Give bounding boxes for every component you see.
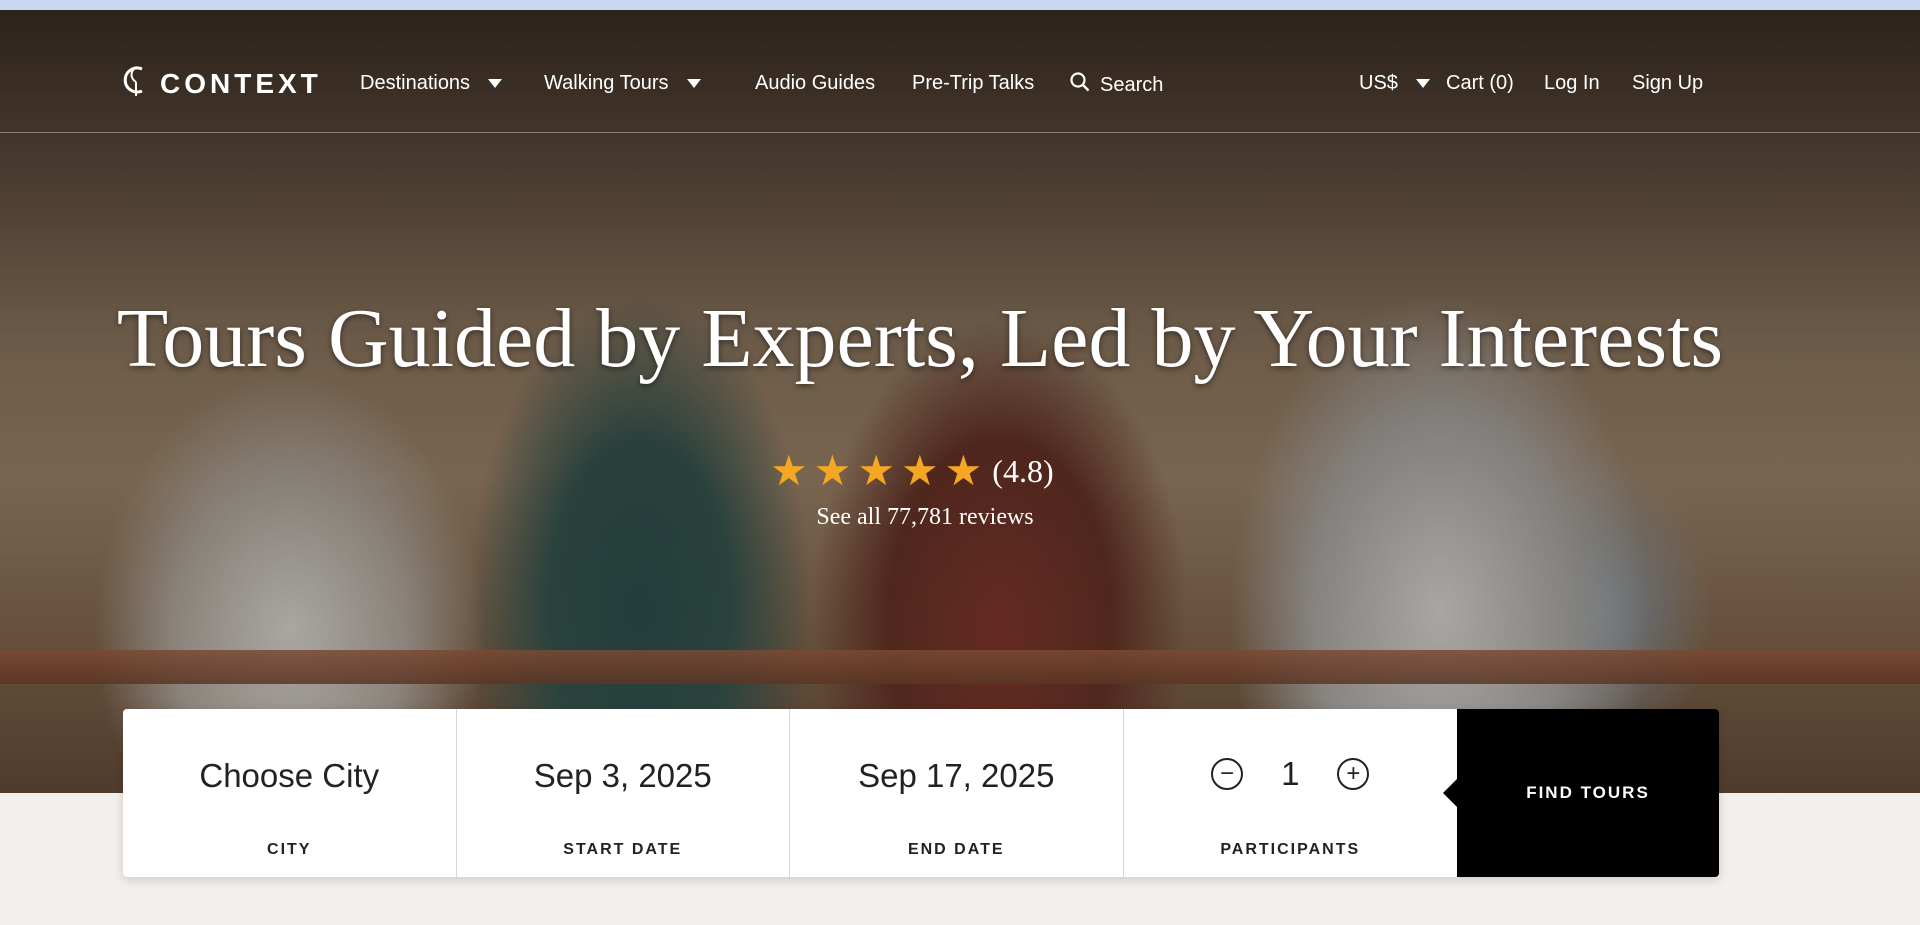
nav-search[interactable]: Search <box>1070 72 1163 98</box>
logo-icon <box>122 64 150 103</box>
cart-label: Cart (0) <box>1446 72 1514 94</box>
city-field[interactable]: Choose City CITY <box>123 709 457 877</box>
plus-icon[interactable]: + <box>1337 758 1370 790</box>
nav-audio-guides-label: Audio Guides <box>755 72 876 94</box>
nav-walking-tours[interactable]: Walking Tours <box>544 72 701 95</box>
participants-label: PARTICIPANTS <box>1220 841 1361 858</box>
nav-pre-trip-talks-label: Pre-Trip Talks <box>912 72 1035 94</box>
star-icon: ★ <box>813 447 852 494</box>
login-link[interactable]: Log In <box>1544 72 1600 95</box>
chevron-down-icon <box>686 79 701 88</box>
nav-audio-guides[interactable]: Audio Guides <box>755 72 875 95</box>
chevron-down-icon <box>1415 79 1430 88</box>
rating-summary: ★ ★ ★ ★ ★ (4.8) <box>770 450 1054 492</box>
minus-icon[interactable]: − <box>1211 758 1244 790</box>
currency-selector[interactable]: US$ <box>1359 72 1430 95</box>
star-icon: ★ <box>857 447 895 494</box>
start-date-field[interactable]: Sep 3, 2025 START DATE <box>457 709 790 877</box>
cart-link[interactable]: Cart (0) <box>1446 72 1514 95</box>
start-date-label: START DATE <box>563 841 683 858</box>
see-all-reviews-link[interactable]: See all 77,781 reviews <box>780 504 1070 531</box>
search-icon <box>1070 72 1090 98</box>
logo-text: CONTEXT <box>160 67 322 99</box>
participants-field: − 1 + PARTICIPANTS <box>1124 709 1458 877</box>
nav-destinations-label: Destinations <box>360 72 471 94</box>
signup-label: Sign Up <box>1632 72 1704 94</box>
nav-pre-trip-talks[interactable]: Pre-Trip Talks <box>912 72 1034 95</box>
end-date-field[interactable]: Sep 17, 2025 END DATE <box>790 709 1124 877</box>
star-icon: ★ <box>770 447 808 494</box>
browser-top-strip <box>0 0 1920 10</box>
end-date-value: Sep 17, 2025 <box>858 757 1055 794</box>
login-label: Log In <box>1544 72 1600 94</box>
logo[interactable]: CONTEXT <box>122 64 322 103</box>
signup-link[interactable]: Sign Up <box>1632 72 1703 95</box>
currency-label: US$ <box>1359 72 1398 94</box>
nav-walking-tours-label: Walking Tours <box>544 72 669 94</box>
start-date-value: Sep 3, 2025 <box>533 757 712 794</box>
chevron-down-icon <box>488 79 503 88</box>
city-value: Choose City <box>199 757 380 794</box>
find-tours-button[interactable]: FIND TOURS <box>1443 709 1719 877</box>
top-navigation: CONTEXT Destinations Walking Tours Audio… <box>0 10 1920 133</box>
participants-stepper: − 1 + <box>1124 755 1458 793</box>
star-icon: ★ <box>944 447 983 494</box>
city-label: CITY <box>267 841 312 858</box>
rating-value: (4.8) <box>992 452 1054 489</box>
hero-railing <box>0 650 1920 684</box>
end-date-label: END DATE <box>907 841 1005 858</box>
participants-count: 1 <box>1281 755 1300 792</box>
hero-headline: Tours Guided by Experts, Led by Your Int… <box>116 292 1724 385</box>
nav-search-label: Search <box>1100 73 1164 96</box>
nav-destinations[interactable]: Destinations <box>360 72 503 95</box>
star-icon: ★ <box>900 447 939 494</box>
